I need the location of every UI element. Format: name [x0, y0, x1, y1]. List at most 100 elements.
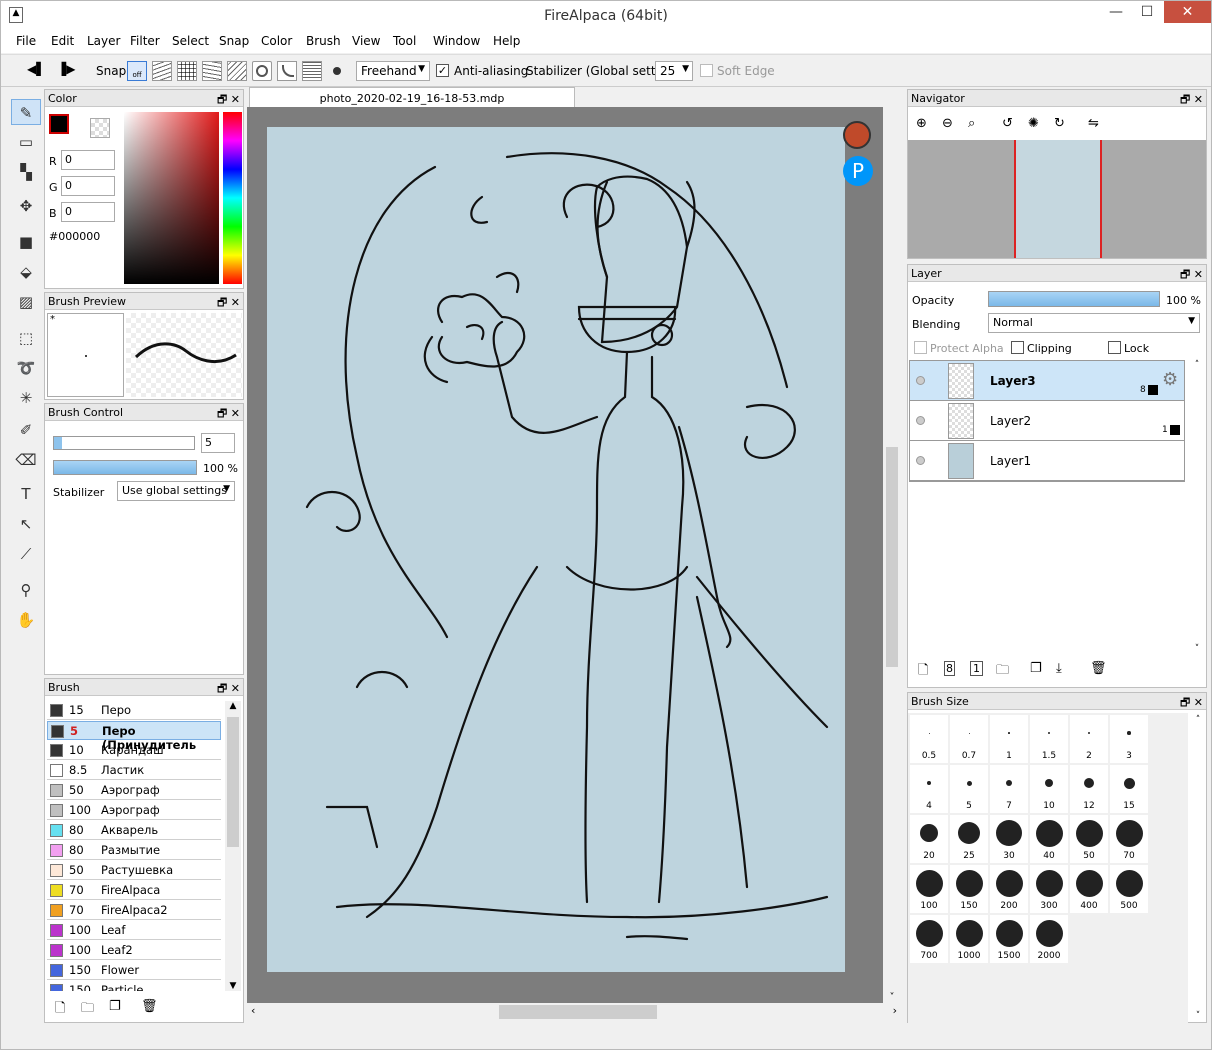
firealpaca-logo-icon[interactable]	[843, 121, 871, 149]
zoom-out-icon[interactable]: ⊖	[942, 116, 953, 131]
visibility-icon[interactable]	[916, 416, 925, 425]
fill-tool-icon[interactable]: ■	[11, 229, 41, 255]
list-item[interactable]: 50 Растушевка	[47, 861, 221, 880]
transparent-swatch[interactable]	[90, 118, 110, 138]
menu-layer[interactable]: Layer	[87, 34, 120, 48]
panel-controls-icon[interactable]: 🗗 ✕	[1180, 694, 1203, 713]
canvas-horizontal-scrollbar[interactable]: ‹ ›	[247, 1003, 901, 1021]
brush-size-cell[interactable]: 500	[1110, 865, 1148, 913]
folder-icon[interactable]: 🗀	[81, 999, 94, 1021]
snap-3d-icon[interactable]	[302, 61, 322, 81]
pixiv-logo-icon[interactable]: P	[843, 156, 873, 186]
brush-size-cell[interactable]: 5	[950, 765, 988, 813]
list-item[interactable]: 8.5 Ластик	[47, 761, 221, 780]
brush-size-cell[interactable]: 4	[910, 765, 948, 813]
list-item[interactable]: 100 Leaf	[47, 921, 221, 940]
stabilizer-mode-select[interactable]: Use global settings ▼	[117, 481, 235, 501]
prev-icon[interactable]: ◀▌	[27, 62, 45, 76]
brush-size-cell[interactable]: 100	[910, 865, 948, 913]
divide-tool-icon[interactable]: ⟋	[11, 541, 41, 567]
lock-checkbox[interactable]	[1108, 341, 1121, 354]
panel-controls-icon[interactable]: 🗗 ✕	[217, 294, 240, 313]
panel-controls-icon[interactable]: 🗗 ✕	[1180, 266, 1203, 285]
brush-size-cell[interactable]: 400	[1070, 865, 1108, 913]
snap-circle-icon[interactable]	[252, 61, 272, 81]
zoom-fit-icon[interactable]: ⌕	[968, 116, 975, 131]
brush-size-cell[interactable]: 7	[990, 765, 1028, 813]
mode-select[interactable]: Freehand ▼	[356, 61, 430, 81]
move-tool-icon[interactable]: ✥	[11, 193, 41, 219]
text-tool-icon[interactable]: T	[11, 481, 41, 507]
dot-tool-icon[interactable]: ▚	[11, 159, 41, 185]
rotate-reset-icon[interactable]: ✺	[1028, 116, 1039, 131]
primary-color-swatch[interactable]	[49, 114, 69, 134]
flip-icon[interactable]: ⇋	[1088, 116, 1099, 131]
brush-size-cell[interactable]: 150	[950, 865, 988, 913]
softedge-checkbox[interactable]	[700, 64, 713, 77]
menu-snap[interactable]: Snap	[219, 34, 249, 48]
brush-size-slider[interactable]	[53, 436, 195, 450]
merge-down-icon[interactable]: ⤓	[1056, 661, 1062, 676]
bucket-tool-icon[interactable]: ⬙	[11, 259, 41, 285]
brush-size-cell[interactable]: 700	[910, 915, 948, 963]
list-item[interactable]: 5 Перо (Принудитель	[47, 721, 221, 752]
snap-grid-icon[interactable]	[177, 61, 197, 81]
menu-tool[interactable]: Tool	[393, 34, 416, 48]
brush-size-cell[interactable]: 25	[950, 815, 988, 863]
brush-size-cell[interactable]: 1.5	[1030, 715, 1068, 763]
brush-size-cell[interactable]: 12	[1070, 765, 1108, 813]
menu-file[interactable]: File	[16, 34, 36, 48]
layer-folder-icon[interactable]: 🗀	[996, 661, 1009, 683]
layer-opacity-slider[interactable]	[988, 291, 1160, 307]
panel-controls-icon[interactable]: 🗗 ✕	[217, 405, 240, 424]
canvas-vertical-scrollbar[interactable]: ˅	[883, 107, 901, 1003]
new-layer-icon[interactable]: 🗋	[918, 661, 928, 683]
menu-select[interactable]: Select	[172, 34, 209, 48]
canvas-area[interactable]: P	[247, 107, 883, 1003]
menu-color[interactable]: Color	[261, 34, 292, 48]
new-brush-icon[interactable]: 🗋	[55, 999, 65, 1021]
list-item[interactable]: 150 Flower	[47, 961, 221, 980]
menu-window[interactable]: Window	[433, 34, 480, 48]
brush-size-cell[interactable]: 40	[1030, 815, 1068, 863]
gradient-tool-icon[interactable]: ▨	[11, 289, 41, 315]
brush-size-cell[interactable]: 2	[1070, 715, 1108, 763]
brush-size-cell[interactable]: 200	[990, 865, 1028, 913]
brush-size-cell[interactable]: 0.5	[910, 715, 948, 763]
list-item[interactable]: 100 Leaf2	[47, 941, 221, 960]
visibility-icon[interactable]	[916, 456, 925, 465]
trash-icon[interactable]: 🗑	[141, 999, 158, 1014]
operation-tool-icon[interactable]: ↖	[11, 511, 41, 537]
brush-dot-icon[interactable]	[333, 67, 341, 75]
brush-opacity-slider[interactable]	[53, 460, 197, 475]
brush-size-cell[interactable]: 70	[1110, 815, 1148, 863]
brush-size-cell[interactable]: 15	[1110, 765, 1148, 813]
new-1bit-layer-icon[interactable]: 1	[970, 661, 983, 676]
r-field[interactable]: 0	[61, 150, 115, 170]
snap-cross-icon[interactable]	[202, 61, 222, 81]
panel-controls-icon[interactable]: 🗗 ✕	[1180, 91, 1203, 110]
rotate-left-icon[interactable]: ↺	[1002, 116, 1013, 131]
brush-size-cell[interactable]: 50	[1070, 815, 1108, 863]
menu-edit[interactable]: Edit	[51, 34, 74, 48]
list-item[interactable]: 10 Карандаш	[47, 741, 221, 760]
menu-filter[interactable]: Filter	[130, 34, 160, 48]
delete-layer-icon[interactable]: 🗑	[1090, 661, 1107, 676]
layer-row[interactable]: Layer3 8 ⚙	[910, 361, 1184, 401]
minimize-button[interactable]: —	[1101, 1, 1131, 23]
layer-row[interactable]: Layer2 1	[910, 401, 1184, 441]
duplicate-layer-icon[interactable]: ❐	[1030, 661, 1042, 676]
brush-size-cell[interactable]: 20	[910, 815, 948, 863]
brush-list-scrollbar[interactable]: ▲ ▼	[225, 701, 241, 991]
list-item[interactable]: 70 FireAlpaca	[47, 881, 221, 900]
panel-controls-icon[interactable]: 🗗 ✕	[217, 91, 240, 110]
lasso-tool-icon[interactable]: ➰	[11, 355, 41, 381]
brush-size-scrollbar[interactable]: ˄ ˅	[1192, 715, 1204, 1021]
magic-wand-icon[interactable]: ✳	[11, 385, 41, 411]
list-item[interactable]: 80 Размытие	[47, 841, 221, 860]
list-item[interactable]: 100 Аэрограф	[47, 801, 221, 820]
snap-vanishing-icon[interactable]	[227, 61, 247, 81]
brush-size-field[interactable]: 5	[201, 433, 235, 453]
menu-help[interactable]: Help	[493, 34, 520, 48]
menu-brush[interactable]: Brush	[306, 34, 341, 48]
